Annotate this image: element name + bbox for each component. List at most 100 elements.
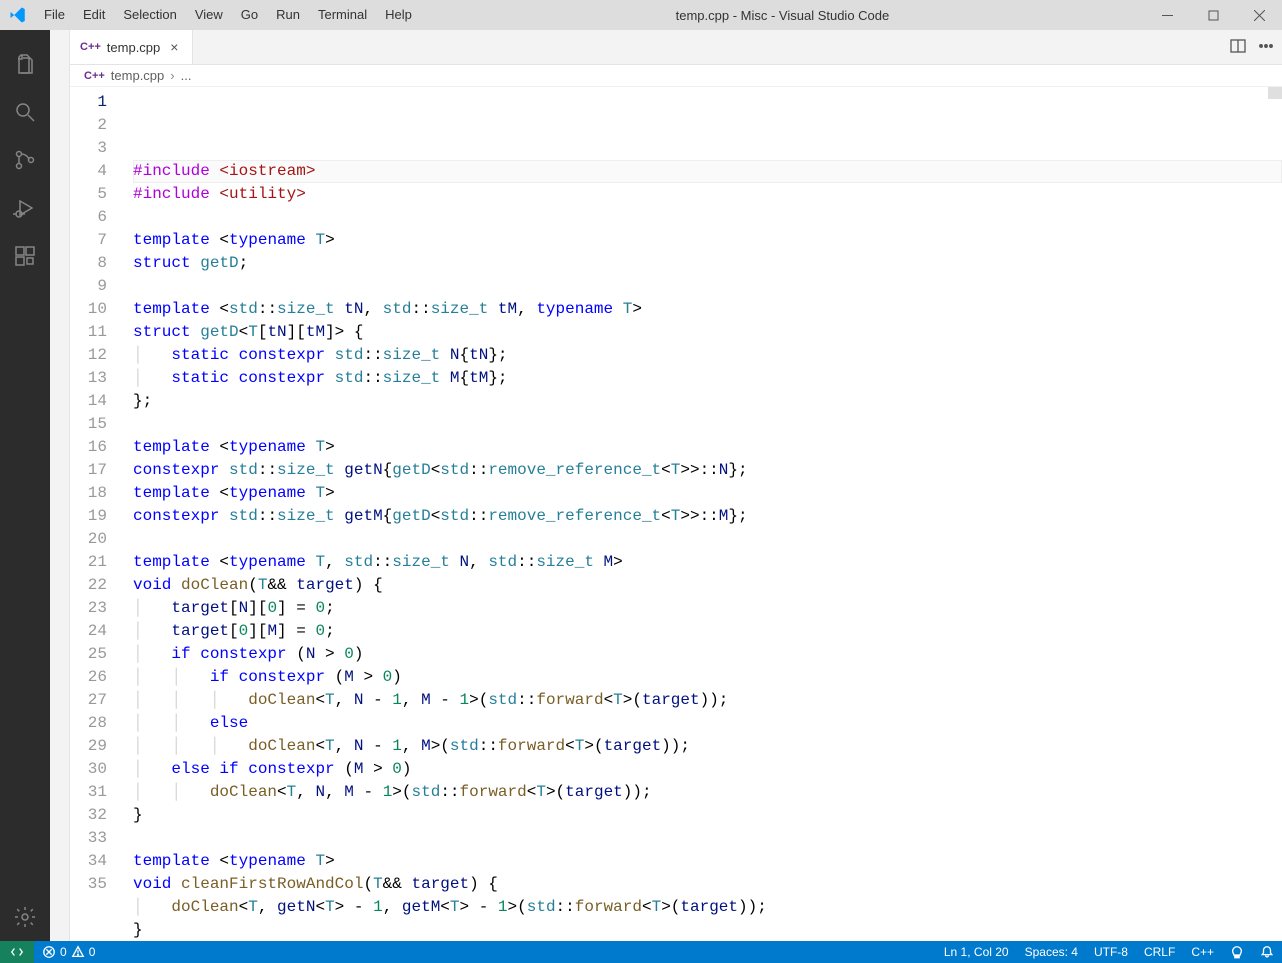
minimize-button[interactable] (1144, 0, 1190, 30)
line-number[interactable]: 26 (70, 666, 107, 689)
code-line[interactable]: constexpr std::size_t getM{getD<std::rem… (133, 505, 1282, 528)
tab-close-icon[interactable]: × (166, 39, 182, 55)
menu-terminal[interactable]: Terminal (309, 0, 376, 30)
code-line[interactable]: } (133, 919, 1282, 941)
code-line[interactable]: constexpr std::size_t getN{getD<std::rem… (133, 459, 1282, 482)
line-number[interactable]: 32 (70, 804, 107, 827)
split-editor-icon[interactable] (1230, 38, 1246, 57)
maximize-button[interactable] (1190, 0, 1236, 30)
line-number[interactable]: 20 (70, 528, 107, 551)
search-icon[interactable] (0, 88, 50, 136)
code-line[interactable]: │ else if constexpr (M > 0) (133, 758, 1282, 781)
line-number[interactable]: 12 (70, 344, 107, 367)
code-line[interactable] (133, 275, 1282, 298)
side-bar-collapsed[interactable] (50, 30, 70, 941)
code-line[interactable]: template <typename T> (133, 229, 1282, 252)
code-line[interactable] (133, 206, 1282, 229)
feedback-icon[interactable] (1222, 941, 1252, 963)
menu-file[interactable]: File (35, 0, 74, 30)
tab-temp-cpp[interactable]: C++ temp.cpp × (70, 30, 193, 64)
breadcrumb-more[interactable]: ... (181, 68, 192, 83)
code-line[interactable]: #include <iostream> (133, 160, 1282, 183)
cursor-position[interactable]: Ln 1, Col 20 (936, 941, 1017, 963)
menu-edit[interactable]: Edit (74, 0, 114, 30)
line-number[interactable]: 1 (70, 91, 107, 114)
line-number[interactable]: 7 (70, 229, 107, 252)
code-line[interactable]: │ │ │ doClean<T, N - 1, M>(std::forward<… (133, 735, 1282, 758)
code-line[interactable]: struct getD; (133, 252, 1282, 275)
line-number[interactable]: 13 (70, 367, 107, 390)
line-number[interactable]: 21 (70, 551, 107, 574)
explorer-icon[interactable] (0, 40, 50, 88)
line-number[interactable]: 9 (70, 275, 107, 298)
line-number[interactable]: 31 (70, 781, 107, 804)
code-line[interactable]: template <typename T> (133, 436, 1282, 459)
settings-gear-icon[interactable] (0, 893, 50, 941)
extensions-icon[interactable] (0, 232, 50, 280)
code-line[interactable] (133, 827, 1282, 850)
line-number[interactable]: 28 (70, 712, 107, 735)
line-number-gutter[interactable]: 1234567891011121314151617181920212223242… (70, 87, 125, 941)
code-line[interactable] (133, 413, 1282, 436)
code-line[interactable]: │ if constexpr (N > 0) (133, 643, 1282, 666)
line-number[interactable]: 10 (70, 298, 107, 321)
menu-run[interactable]: Run (267, 0, 309, 30)
code-line[interactable]: void cleanFirstRowAndCol(T&& target) { (133, 873, 1282, 896)
more-actions-icon[interactable] (1258, 38, 1274, 57)
breadcrumb[interactable]: C++ temp.cpp › ... (70, 65, 1282, 87)
line-number[interactable]: 16 (70, 436, 107, 459)
menu-selection[interactable]: Selection (114, 0, 185, 30)
line-number[interactable]: 2 (70, 114, 107, 137)
run-debug-icon[interactable] (0, 184, 50, 232)
line-number[interactable]: 19 (70, 505, 107, 528)
line-number[interactable]: 30 (70, 758, 107, 781)
code-line[interactable]: } (133, 804, 1282, 827)
line-number[interactable]: 8 (70, 252, 107, 275)
menu-view[interactable]: View (186, 0, 232, 30)
close-button[interactable] (1236, 0, 1282, 30)
line-number[interactable]: 11 (70, 321, 107, 344)
code-line[interactable]: │ doClean<T, getN<T> - 1, getM<T> - 1>(s… (133, 896, 1282, 919)
line-number[interactable]: 4 (70, 160, 107, 183)
problems-indicator[interactable]: 0 0 (34, 941, 103, 963)
code-line[interactable]: }; (133, 390, 1282, 413)
menu-go[interactable]: Go (232, 0, 267, 30)
menu-help[interactable]: Help (376, 0, 421, 30)
remote-indicator[interactable] (0, 941, 34, 963)
encoding-status[interactable]: UTF-8 (1086, 941, 1136, 963)
code-line[interactable]: template <typename T> (133, 482, 1282, 505)
line-number[interactable]: 5 (70, 183, 107, 206)
code-line[interactable]: │ static constexpr std::size_t N{tN}; (133, 344, 1282, 367)
code-line[interactable]: struct getD<T[tN][tM]> { (133, 321, 1282, 344)
line-number[interactable]: 34 (70, 850, 107, 873)
indentation-status[interactable]: Spaces: 4 (1017, 941, 1086, 963)
code-line[interactable]: template <typename T> (133, 850, 1282, 873)
line-number[interactable]: 33 (70, 827, 107, 850)
minimap-slider[interactable] (1268, 87, 1282, 99)
code-line[interactable]: │ │ │ doClean<T, N - 1, M - 1>(std::forw… (133, 689, 1282, 712)
line-number[interactable]: 24 (70, 620, 107, 643)
line-number[interactable]: 22 (70, 574, 107, 597)
code-line[interactable]: │ │ if constexpr (M > 0) (133, 666, 1282, 689)
breadcrumb-file[interactable]: temp.cpp (111, 68, 164, 83)
code-content[interactable]: #include <iostream>#include <utility> tem… (125, 87, 1282, 941)
code-line[interactable]: template <std::size_t tN, std::size_t tM… (133, 298, 1282, 321)
line-number[interactable]: 35 (70, 873, 107, 896)
code-line[interactable] (133, 528, 1282, 551)
code-line[interactable]: │ target[0][M] = 0; (133, 620, 1282, 643)
line-number[interactable]: 23 (70, 597, 107, 620)
code-line[interactable]: #include <utility> (133, 183, 1282, 206)
source-control-icon[interactable] (0, 136, 50, 184)
code-line[interactable]: │ │ doClean<T, N, M - 1>(std::forward<T>… (133, 781, 1282, 804)
line-number[interactable]: 15 (70, 413, 107, 436)
line-number[interactable]: 27 (70, 689, 107, 712)
code-line[interactable]: void doClean(T&& target) { (133, 574, 1282, 597)
line-number[interactable]: 18 (70, 482, 107, 505)
code-editor[interactable]: 1234567891011121314151617181920212223242… (70, 87, 1282, 941)
code-line[interactable]: │ target[N][0] = 0; (133, 597, 1282, 620)
notifications-icon[interactable] (1252, 941, 1282, 963)
code-line[interactable]: │ │ else (133, 712, 1282, 735)
code-line[interactable]: template <typename T, std::size_t N, std… (133, 551, 1282, 574)
line-number[interactable]: 25 (70, 643, 107, 666)
line-number[interactable]: 17 (70, 459, 107, 482)
